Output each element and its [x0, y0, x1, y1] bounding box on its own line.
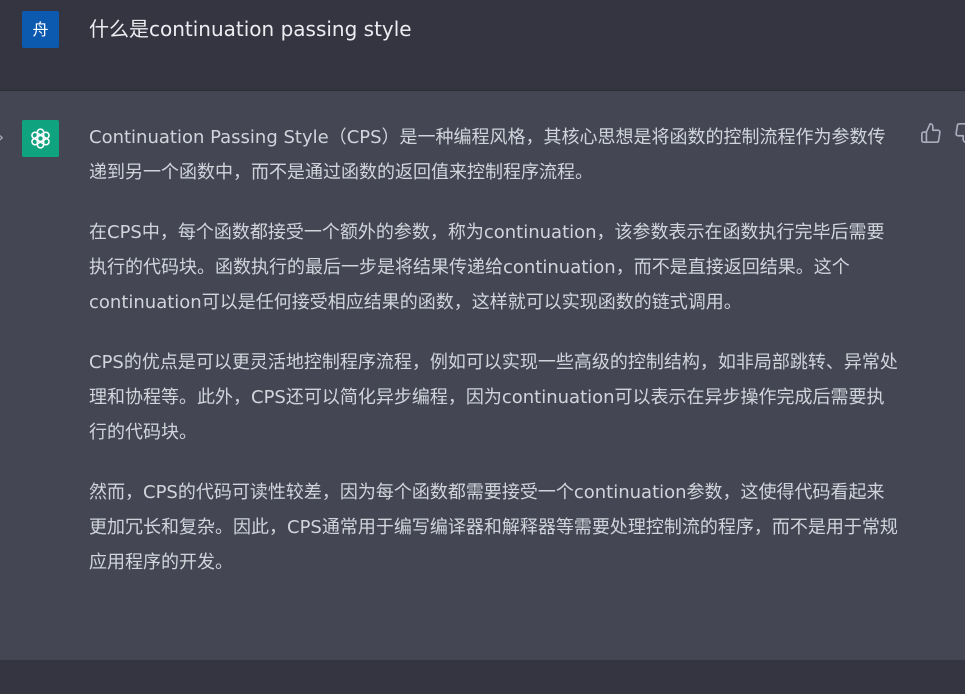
- thumbs-up-icon[interactable]: [920, 122, 942, 144]
- assistant-paragraph: 然而，CPS的代码可读性较差，因为每个函数都需要接受一个continuation…: [89, 482, 898, 573]
- message-actions: [918, 122, 965, 146]
- chevron-right-icon[interactable]: ›: [0, 128, 4, 148]
- assistant-paragraph: 在CPS中，每个函数都接受一个额外的参数，称为continuation，该参数表…: [89, 222, 885, 313]
- user-avatar: 舟: [22, 11, 59, 48]
- openai-logo-icon: [31, 128, 50, 149]
- user-message-text: 什么是continuation passing style: [89, 17, 412, 41]
- user-message-row: 舟 什么是continuation passing style: [0, 0, 965, 91]
- bottom-area: [0, 660, 965, 694]
- thumbs-down-icon[interactable]: [954, 122, 965, 144]
- assistant-message-row: › Continuation Passing Style（CPS）是一种编程风格…: [0, 91, 965, 660]
- assistant-paragraph: Continuation Passing Style（CPS）是一种编程风格，其…: [89, 127, 886, 183]
- assistant-avatar: [22, 120, 59, 157]
- assistant-message-text: Continuation Passing Style（CPS）是一种编程风格，其…: [89, 120, 899, 605]
- assistant-paragraph: CPS的优点是可以更灵活地控制程序流程，例如可以实现一些高级的控制结构，如非局部…: [89, 352, 898, 443]
